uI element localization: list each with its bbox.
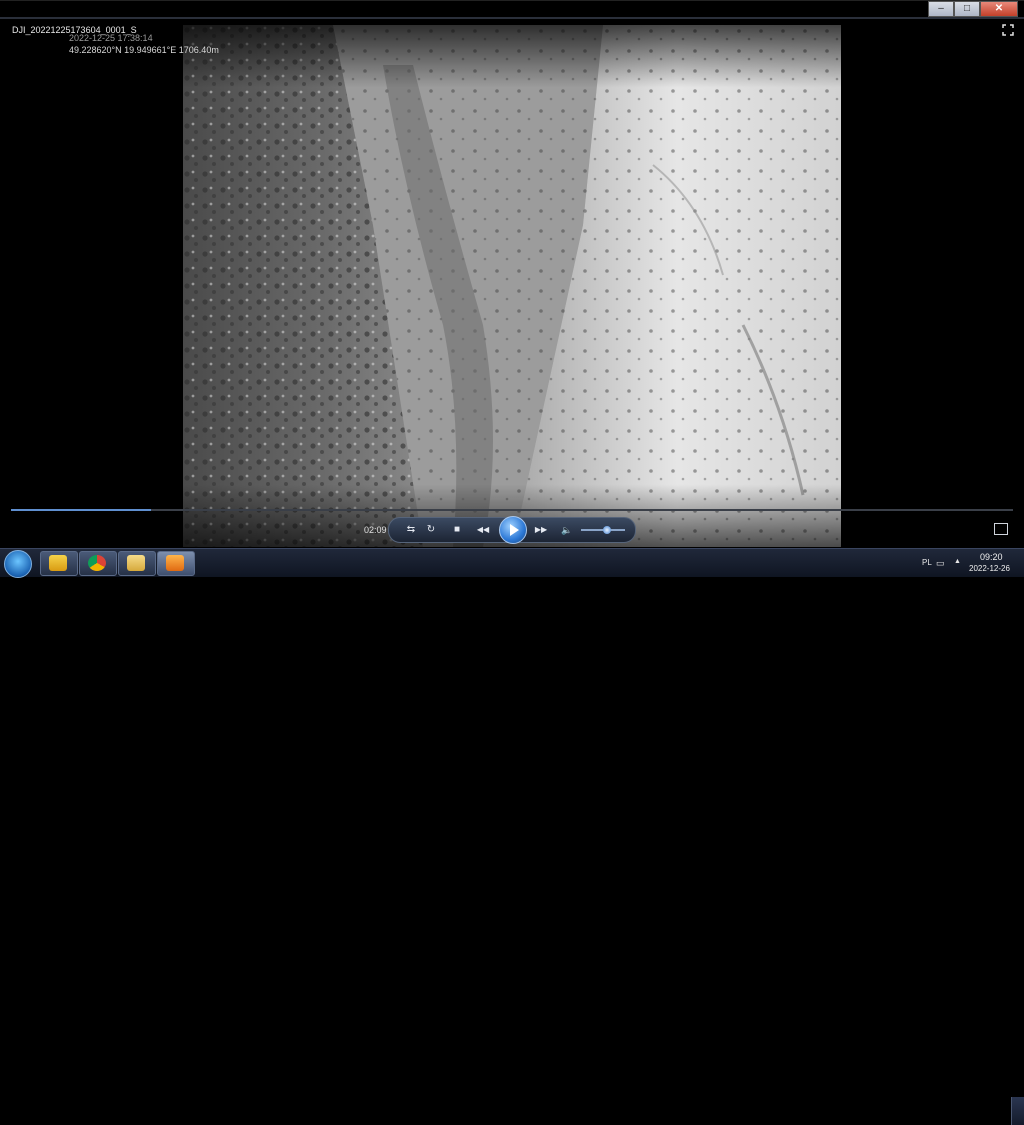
minimize-button[interactable]: – [928,1,954,17]
seek-bar-progress [11,509,152,511]
window-frame-edge [0,17,1024,19]
next-button[interactable]: ▶▶ [531,522,551,538]
stop-button[interactable]: ■ [449,522,465,538]
playback-controls: ⇆ ↻ ■ ◀◀ ▶▶ 🔈 [388,516,636,544]
close-button[interactable]: ✕ [980,1,1018,17]
clock-time[interactable]: 09:20 [980,552,1003,562]
osd-datetime: 2022-12-25 17:38:14 [69,33,153,43]
osd-gps-coordinates: 49.228620°N 19.949661°E 1706.40m [69,45,219,55]
maximize-button[interactable]: □ [954,1,980,17]
fullscreen-icon[interactable] [1002,24,1014,36]
volume-slider[interactable] [581,526,625,534]
folder-icon [127,555,145,571]
taskbar [0,548,1024,1125]
media-player-icon [166,555,184,571]
window-controls: – □ ✕ [928,1,1018,17]
taskbar-app-media-player[interactable] [157,551,195,576]
show-hidden-icons[interactable]: ▲ [954,558,961,565]
notification-icon[interactable]: ▭ [936,558,945,569]
thermal-canyon-image [183,25,841,547]
media-player-window: – □ ✕ DJI_20221225173604_0001_S 2022-12-… [0,0,1024,549]
show-desktop-button[interactable] [1011,1097,1024,1125]
video-frame[interactable] [183,25,841,547]
volume-icon[interactable]: 🔈 [559,522,575,538]
chrome-icon [88,555,106,571]
clock-date[interactable]: 2022-12-26 [969,564,1010,573]
language-indicator[interactable]: PL [922,558,932,567]
switch-to-library-icon[interactable] [994,523,1008,535]
repeat-button[interactable]: ↻ [423,522,439,538]
previous-button[interactable]: ◀◀ [473,522,493,538]
elapsed-time: 02:09 [364,525,387,535]
seek-bar[interactable] [11,509,1013,511]
taskbar-app-chrome[interactable] [79,551,117,576]
play-icon [510,524,519,536]
play-button[interactable] [499,516,527,544]
volume-slider-handle[interactable] [603,526,612,534]
start-button[interactable] [4,550,32,578]
taskbar-app-contacts[interactable] [40,551,78,576]
taskbar-app-file-explorer[interactable] [118,551,156,576]
switch-view-button[interactable]: ⇆ [403,522,419,538]
contacts-icon [49,555,67,571]
